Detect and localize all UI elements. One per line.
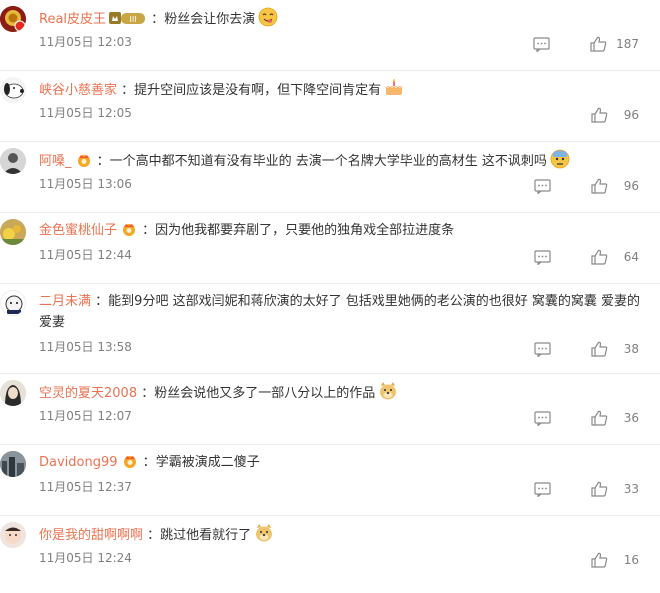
comment-text: 跳过他看就行了	[160, 528, 252, 543]
reply-icon[interactable]	[533, 480, 551, 498]
doge-icon	[256, 524, 273, 542]
cat-avatar[interactable]	[0, 290, 26, 316]
username[interactable]: 峡谷小慈善家	[39, 83, 117, 98]
username[interactable]: 空灵的夏天2008	[39, 386, 137, 401]
comment-time: 11月05日 13:06	[39, 177, 132, 191]
thumbs-up-icon	[591, 178, 608, 194]
username[interactable]: 金色蜜桃仙子	[39, 223, 117, 238]
comment-item: 峡谷小慈善家 ：提升空间应该是没有啊，但下降空间肯定有 11月05日 12:05…	[0, 71, 660, 142]
snoopy-avatar[interactable]	[0, 77, 26, 103]
fan-crown-icon	[123, 224, 136, 236]
like-button[interactable]: 33	[591, 481, 639, 497]
like-count: 33	[623, 482, 639, 496]
like-count: 96	[623, 179, 639, 193]
like-count: 16	[623, 553, 639, 567]
like-count: 36	[623, 411, 639, 425]
username[interactable]: 阿嗓_	[39, 154, 72, 169]
cake-icon	[385, 79, 403, 95]
city-avatar[interactable]	[0, 451, 26, 477]
thumbs-up-icon	[591, 552, 608, 568]
reply-icon[interactable]	[533, 340, 551, 358]
person-avatar[interactable]	[0, 148, 26, 174]
comment-time: 11月05日 12:07	[39, 409, 132, 423]
comment-text: 一个高中都不知道有没有毕业的 去演一个名牌大学毕业的高材生 这不讽刺吗	[109, 154, 547, 169]
dizzy-face-icon	[550, 149, 570, 169]
comment-time: 11月05日 12:03	[39, 35, 132, 49]
comment-list: Real皮皮王 III ：粉丝会让你去演 11月05日 12:03 187 峡谷小…	[0, 0, 660, 593]
comment-time: 11月05日 12:37	[39, 480, 132, 494]
like-count: 38	[623, 342, 639, 356]
like-button[interactable]: 36	[591, 410, 639, 426]
username[interactable]: Davidong99	[39, 455, 118, 470]
fan-crown-icon	[123, 456, 136, 468]
comment-text: 提升空间应该是没有啊，但下降空间肯定有	[134, 83, 382, 98]
comment-item: Davidong99 ：学霸被演成二傻子 11月05日 12:37 33	[0, 445, 660, 516]
level-badge-icon: III	[109, 12, 146, 24]
comment-item: 二月未满 ：能到9分吧 这部戏闫妮和蒋欣演的太好了 包括戏里她俩的老公演的也很好…	[0, 284, 660, 374]
like-button[interactable]: 96	[591, 178, 639, 194]
like-button[interactable]: 187	[590, 36, 639, 52]
thumbs-up-icon	[590, 36, 607, 52]
thumbs-up-icon	[591, 481, 608, 497]
like-count: 64	[623, 250, 639, 264]
like-button[interactable]: 16	[591, 552, 639, 568]
like-button[interactable]: 38	[591, 341, 639, 357]
gold-crest-avatar[interactable]	[0, 6, 26, 32]
reply-icon[interactable]	[533, 409, 551, 427]
thumbs-up-icon	[591, 107, 608, 123]
comment-item: 金色蜜桃仙子 ：因为他我都要弃剧了，只要他的独角戏全部拉进度条 11月05日 1…	[0, 213, 660, 284]
comment-item: 你是我的甜啊啊啊 ：跳过他看就行了 11月05日 12:24 16	[0, 516, 660, 587]
reply-icon[interactable]	[533, 248, 551, 266]
username[interactable]: Real皮皮王	[39, 12, 106, 27]
comment-text: 因为他我都要弃剧了，只要他的独角戏全部拉进度条	[155, 223, 455, 238]
thumbs-up-icon	[591, 249, 608, 265]
reply-icon[interactable]	[533, 177, 551, 195]
comment-item: Real皮皮王 III ：粉丝会让你去演 11月05日 12:03 187	[0, 0, 660, 71]
comment-time: 11月05日 12:44	[39, 248, 132, 262]
comment-item: 阿嗓_ ：一个高中都不知道有没有毕业的 去演一个名牌大学毕业的高材生 这不讽刺吗…	[0, 142, 660, 213]
like-button[interactable]: 64	[591, 249, 639, 265]
badge-level: III	[129, 15, 136, 24]
baby-avatar[interactable]	[0, 522, 26, 548]
fan-crown-icon	[77, 155, 90, 167]
girl-avatar[interactable]	[0, 380, 26, 406]
like-count: 187	[616, 37, 639, 51]
thumbs-up-icon	[591, 410, 608, 426]
comment-text: 学霸被演成二傻子	[155, 455, 260, 470]
username[interactable]: 二月未满	[39, 294, 91, 309]
like-button[interactable]: 96	[591, 107, 639, 123]
comment-time: 11月05日 12:24	[39, 551, 132, 565]
yum-face-icon	[258, 7, 278, 27]
doge-icon	[380, 382, 397, 400]
comment-text: 能到9分吧 这部戏闫妮和蒋欣演的太好了 包括戏里她俩的老公演的也很好 窝囊的窝囊…	[39, 294, 640, 330]
thumbs-up-icon	[591, 341, 608, 357]
comment-item: 空灵的夏天2008 ：粉丝会说他又多了一部八分以上的作品 11月05日 12:0…	[0, 374, 660, 445]
comment-time: 11月05日 13:58	[39, 340, 132, 354]
like-count: 96	[623, 108, 639, 122]
comment-text: 粉丝会说他又多了一部八分以上的作品	[154, 386, 376, 401]
reply-icon[interactable]	[532, 35, 550, 53]
comment-time: 11月05日 12:05	[39, 106, 132, 120]
username[interactable]: 你是我的甜啊啊啊	[39, 528, 143, 543]
flower-avatar[interactable]	[0, 219, 26, 245]
comment-text: 粉丝会让你去演	[164, 12, 256, 27]
